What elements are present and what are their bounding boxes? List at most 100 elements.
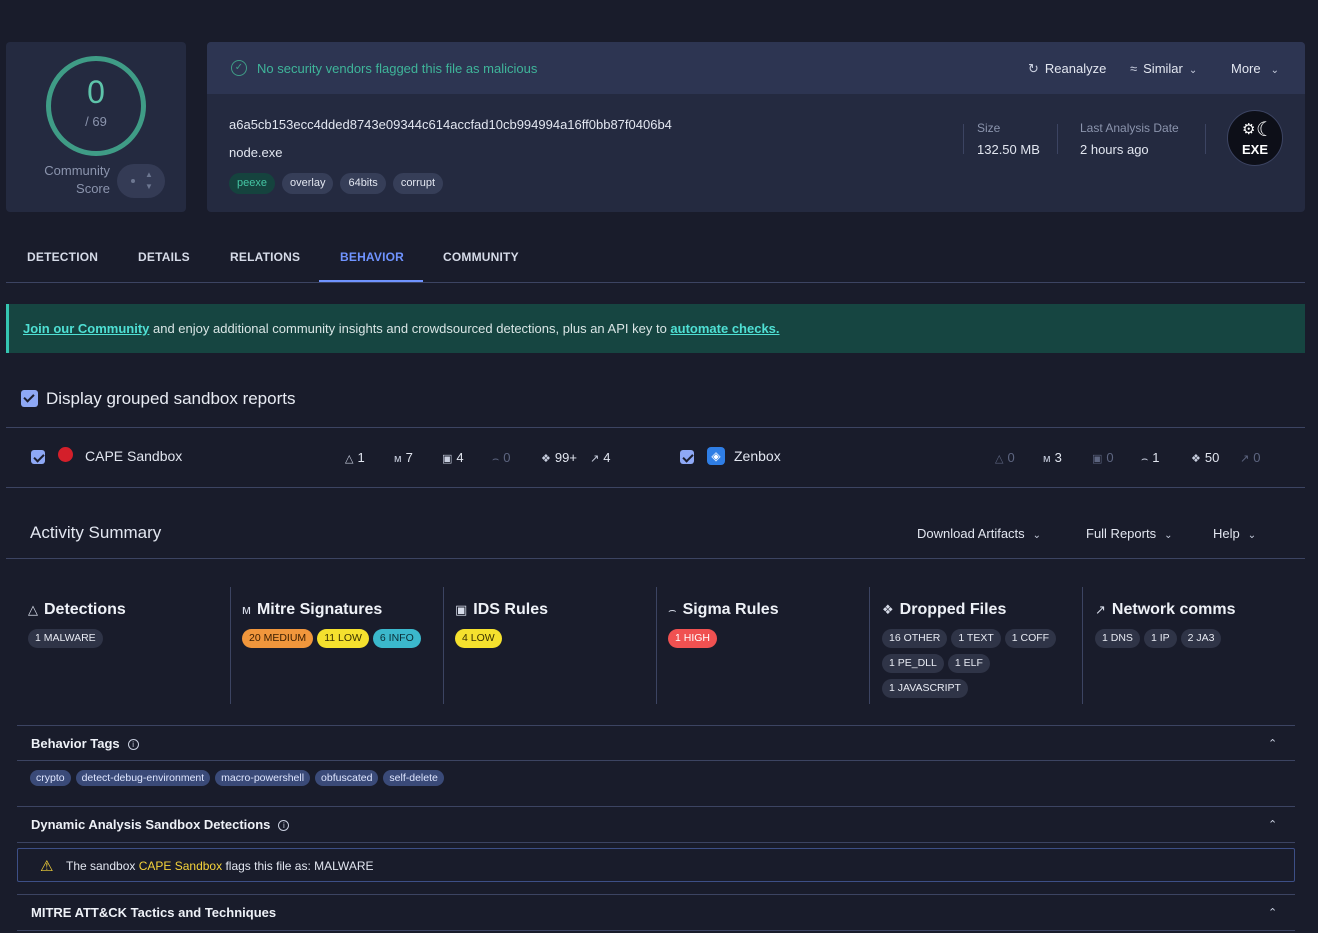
sigma-icon: ⌢ xyxy=(1141,453,1149,465)
file-hash[interactable]: a6a5cb153ecc4dded8743e09344c614accfad10c… xyxy=(229,117,672,132)
file-summary-card: ✓ No security vendors flagged this file … xyxy=(207,42,1305,212)
behavior-tag[interactable]: macro-powershell xyxy=(215,770,311,786)
dropped-files-icon: ❖ xyxy=(882,602,894,617)
mitre-low-pill: 11 LOW xyxy=(317,629,369,648)
mitre-medium-pill: 20 MEDIUM xyxy=(242,629,314,648)
chevron-down-icon: ⌄ xyxy=(1247,530,1257,541)
dropped-files-icon: ❖ xyxy=(1191,453,1201,465)
join-community-link[interactable]: Join our Community xyxy=(23,321,149,336)
cape-dropped-count: ❖ 99+ xyxy=(541,450,577,465)
activity-summary-title: Activity Summary xyxy=(30,523,162,542)
vote-down-icon[interactable]: ▼ xyxy=(145,182,153,191)
zenbox-dropped-count: ❖ 50 xyxy=(1191,450,1220,465)
verdict-banner: ✓ No security vendors flagged this file … xyxy=(207,42,1305,94)
dropped-file-pill: 1 JAVASCRIPT xyxy=(882,679,968,698)
tab-relations[interactable]: RELATIONS xyxy=(230,250,300,264)
network-icon: ↗ xyxy=(590,453,600,465)
reanalyze-button[interactable]: ↻ Reanalyze xyxy=(1028,61,1106,77)
zenbox-checkbox[interactable] xyxy=(680,450,694,464)
behavior-tags-header[interactable]: Behavior Tags i xyxy=(31,736,139,751)
zenbox-sigma-count: ⌢ 1 xyxy=(1141,450,1160,465)
size-label: Size xyxy=(977,121,1001,135)
chevron-down-icon: ⌄ xyxy=(1164,530,1173,541)
network-icon: ↗ xyxy=(1095,602,1106,617)
vote-toggle[interactable]: ▲ ▼ xyxy=(117,164,165,198)
chevron-down-icon: ⌄ xyxy=(1032,530,1042,541)
tab-detection[interactable]: DETECTION xyxy=(27,250,98,264)
community-score-card: 0 / 69 Community Score ▲ ▼ xyxy=(6,42,186,212)
chevron-down-icon: ⌄ xyxy=(1188,65,1198,76)
help-menu[interactable]: Help ⌄ xyxy=(1213,526,1256,541)
detections-column[interactable]: △ Detections 1 MALWARE xyxy=(18,587,230,704)
behavior-tag[interactable]: crypto xyxy=(30,770,71,786)
dropped-files-column[interactable]: ❖ Dropped Files 16 OTHER 1 TEXT 1 COFF 1 … xyxy=(872,587,1084,704)
full-reports-menu[interactable]: Full Reports ⌄ xyxy=(1086,526,1172,541)
sigma-icon: ⌢ xyxy=(492,453,500,465)
sigma-high-pill: 1 HIGH xyxy=(668,629,718,648)
collapse-icon[interactable]: ⌃ xyxy=(1268,818,1277,831)
size-value: 132.50 MB xyxy=(977,142,1040,157)
file-type-icon: ⚙ ☾ EXE xyxy=(1227,110,1283,166)
mitre-signatures-column[interactable]: м Mitre Signatures 20 MEDIUM 11 LOW 6 INF… xyxy=(232,587,444,704)
more-button[interactable]: More ⌄ xyxy=(1231,61,1285,76)
check-circle-icon: ✓ xyxy=(231,60,247,76)
dropped-file-pill: 1 ELF xyxy=(947,654,990,673)
cape-detections-count: △ 1 xyxy=(345,450,365,465)
main-tabs: DETECTION DETAILS RELATIONS BEHAVIOR COM… xyxy=(6,240,1305,283)
tab-details[interactable]: DETAILS xyxy=(138,250,190,264)
cape-network-count: ↗ 4 xyxy=(590,450,611,465)
cape-sandbox-checkbox[interactable] xyxy=(31,450,45,464)
download-artifacts-menu[interactable]: Download Artifacts ⌄ xyxy=(917,526,1041,541)
similar-icon: ≈ xyxy=(1130,61,1138,76)
warning-icon: △ xyxy=(345,453,354,465)
mitre-icon: м xyxy=(242,602,251,617)
tab-behavior[interactable]: BEHAVIOR xyxy=(340,250,404,264)
refresh-icon: ↻ xyxy=(1028,61,1039,76)
detection-pill: 1 MALWARE xyxy=(28,629,103,648)
zenbox-ids-count: ▣ 0 xyxy=(1092,450,1114,465)
dynamic-analysis-header[interactable]: Dynamic Analysis Sandbox Detections i xyxy=(31,817,290,832)
cape-mitre-count: м7 xyxy=(394,450,413,465)
file-tag[interactable]: corrupt xyxy=(392,173,444,194)
vote-up-icon[interactable]: ▲ xyxy=(145,170,153,179)
behavior-tag[interactable]: obfuscated xyxy=(315,770,379,786)
sandbox-name-zenbox[interactable]: Zenbox xyxy=(734,448,781,464)
zenbox-logo-icon: ◈ xyxy=(707,447,725,465)
cape-ids-count: ▣ 4 xyxy=(442,450,464,465)
collapse-icon[interactable]: ⌃ xyxy=(1268,906,1277,919)
warning-icon: ⚠ xyxy=(40,858,54,875)
sigma-rules-column[interactable]: ⌢ Sigma Rules 1 HIGH xyxy=(658,587,870,704)
network-comms-column[interactable]: ↗ Network comms 1 DNS 1 IP 2 JA3 xyxy=(1085,587,1297,704)
file-tag[interactable]: peexe xyxy=(229,173,275,194)
dropped-file-pill: 1 COFF xyxy=(1004,629,1057,648)
moon-icon: ☾ xyxy=(1256,119,1274,141)
file-tag[interactable]: 64bits xyxy=(340,173,386,194)
dropped-file-pill: 1 TEXT xyxy=(951,629,1001,648)
automate-checks-link[interactable]: automate checks. xyxy=(670,321,779,336)
verdict-text: No security vendors flagged this file as… xyxy=(257,61,538,76)
info-icon: i xyxy=(278,820,290,831)
community-score-label: Community Score xyxy=(44,163,110,196)
score-total: / 69 xyxy=(85,114,107,129)
behavior-tag[interactable]: self-delete xyxy=(383,770,444,786)
cape-logo-icon xyxy=(58,447,73,462)
warning-icon: △ xyxy=(28,602,38,617)
network-pill: 1 DNS xyxy=(1095,629,1140,648)
mitre-attack-header[interactable]: MITRE ATT&CK Tactics and Techniques xyxy=(31,905,276,920)
file-name: node.exe xyxy=(229,145,283,160)
collapse-icon[interactable]: ⌃ xyxy=(1268,737,1277,750)
tab-community[interactable]: COMMUNITY xyxy=(443,250,519,264)
behavior-tag[interactable]: detect-debug-environment xyxy=(75,770,211,786)
file-tag[interactable]: overlay xyxy=(281,173,334,194)
grouped-reports-checkbox[interactable] xyxy=(21,390,38,407)
community-banner-text: and enjoy additional community insights … xyxy=(149,321,671,336)
chevron-down-icon: ⌄ xyxy=(1270,65,1280,76)
sandbox-name-cape[interactable]: CAPE Sandbox xyxy=(85,448,182,464)
sandbox-link[interactable]: CAPE Sandbox xyxy=(139,859,222,873)
ids-icon: ▣ xyxy=(442,453,453,465)
mitre-icon: м xyxy=(394,453,402,465)
zenbox-mitre-count: м3 xyxy=(1043,450,1062,465)
mitre-info-pill: 6 INFO xyxy=(372,629,421,648)
similar-button[interactable]: ≈ Similar ⌄ xyxy=(1130,61,1203,76)
ids-rules-column[interactable]: ▣ IDS Rules 4 LOW xyxy=(445,587,657,704)
